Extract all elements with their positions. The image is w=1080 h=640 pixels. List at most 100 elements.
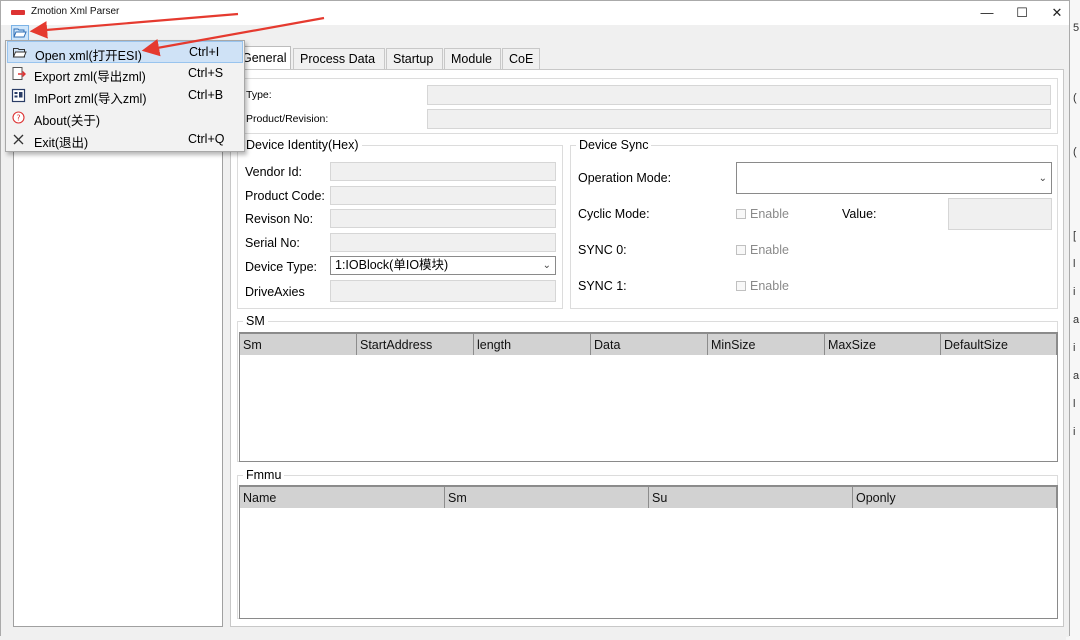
checkbox-label: Enable [750,243,789,257]
svg-text:?: ? [16,114,20,123]
file-menu: Open xml(打开ESI) Ctrl+I Export zml(导出zml)… [5,40,245,152]
bg-glyph: a [1073,370,1080,382]
cyclic-mode-label: Cyclic Mode: [578,207,650,221]
help-circle-icon: ? [12,111,25,124]
fmmu-group: Fmmu Name Sm Su Oponly [237,468,1058,619]
bg-glyph: a [1073,314,1080,326]
checkbox-box [736,209,746,219]
serial-no-field [330,233,556,252]
value-label: Value: [842,207,877,221]
sm-col-length[interactable]: length [474,333,591,355]
fmmu-table[interactable]: Name Sm Su Oponly [239,485,1058,619]
sm-table[interactable]: Sm StartAddress length Data MinSize MaxS… [239,332,1058,462]
bg-glyph: i [1073,342,1076,354]
sm-col-sm[interactable]: Sm [240,333,357,355]
menu-label: ImPort zml(导入zml) [34,92,147,106]
product-revision-label: Product/Revision: [246,113,329,125]
sm-col-defaultsize[interactable]: DefaultSize [941,333,1057,355]
checkbox-label: Enable [750,279,789,293]
app-logo-icon [11,10,25,15]
menu-label: Export zml(导出zml) [34,70,146,84]
device-sync-group: Device Sync Operation Mode: ⌄ Cyclic Mod… [570,138,1058,309]
product-revision-field [427,109,1051,129]
sm-col-maxsize[interactable]: MaxSize [825,333,941,355]
sm-title: SM [243,314,268,328]
menu-label: About(关于) [34,114,100,128]
tab-module[interactable]: Module [444,48,501,70]
menu-item-import-zml[interactable]: ImPort zml(导入zml) Ctrl+B [7,85,243,107]
fmmu-col-sm[interactable]: Sm [445,486,649,508]
menu-shortcut: Ctrl+I [189,45,220,59]
menu-item-about[interactable]: ? About(关于) [7,107,243,129]
menu-item-export-zml[interactable]: Export zml(导出zml) Ctrl+S [7,63,243,85]
import-icon [11,88,26,103]
sync0-enable-checkbox[interactable]: Enable [736,243,789,257]
tab-coe[interactable]: CoE [502,48,540,70]
sm-col-startaddress[interactable]: StartAddress [357,333,474,355]
sync1-enable-checkbox[interactable]: Enable [736,279,789,293]
fmmu-table-header: Name Sm Su Oponly [240,486,1057,508]
menu-shortcut: Ctrl+S [188,66,224,80]
serial-no-label: Serial No: [245,236,300,250]
window-title: Zmotion Xml Parser [31,6,120,17]
title-bar: Zmotion Xml Parser — ☐ ✕ [1,1,1069,25]
open-folder-button[interactable] [11,25,29,41]
bg-glyph: l [1073,258,1076,270]
value-field [948,198,1052,230]
operation-mode-select[interactable]: ⌄ [736,162,1052,194]
device-sync-title: Device Sync [576,138,652,152]
close-x-icon [13,134,24,145]
revision-no-label: Revison No: [245,212,314,226]
maximize-button[interactable]: ☐ [1004,1,1040,25]
fmmu-col-oponly[interactable]: Oponly [853,486,1057,508]
open-folder-icon [12,48,27,58]
device-type-label: Device Type: [245,260,318,274]
sync1-label: SYNC 1: [578,279,627,293]
device-identity-title: Device Identity(Hex) [243,138,362,152]
vendor-id-label: Vendor Id: [245,165,302,179]
tab-startup[interactable]: Startup [386,48,443,70]
close-button[interactable]: ✕ [1039,1,1075,25]
open-folder-icon [13,28,27,38]
bg-glyph: l [1073,398,1076,410]
fmmu-title: Fmmu [243,468,285,482]
product-code-label: Product Code: [245,189,325,203]
menu-shortcut: Ctrl+B [188,88,224,102]
sm-group: SM Sm StartAddress length Data MinSize M… [237,314,1058,462]
bg-glyph: ( [1073,146,1077,158]
checkbox-box [736,281,746,291]
sync0-label: SYNC 0: [578,243,627,257]
sm-col-data[interactable]: Data [591,333,708,355]
sm-col-minsize[interactable]: MinSize [708,333,825,355]
drive-axies-field [330,280,556,302]
menu-label: Open xml(打开ESI) [35,49,142,63]
bg-glyph: [ [1073,230,1077,242]
chevron-down-icon: ⌄ [1038,173,1047,184]
fmmu-col-name[interactable]: Name [240,486,445,508]
type-field [427,85,1051,105]
product-code-field [330,186,556,205]
device-type-value: 1:IOBlock(单IO模块) [335,258,449,272]
sm-table-header: Sm StartAddress length Data MinSize MaxS… [240,333,1057,355]
vendor-id-field [330,162,556,181]
type-label: Type: [246,89,272,101]
general-tab-page: Type: Product/Revision: Device Identity(… [230,69,1064,627]
menu-label: Exit(退出) [34,136,89,150]
device-type-select[interactable]: 1:IOBlock(单IO模块) ⌄ [330,256,556,275]
bg-glyph: i [1073,286,1076,298]
cyclic-mode-enable-checkbox[interactable]: Enable [736,207,789,221]
type-group: Type: Product/Revision: [237,78,1058,134]
chevron-down-icon: ⌄ [542,260,551,271]
minimize-button[interactable]: — [969,1,1005,25]
export-icon [12,67,26,80]
menu-shortcut: Ctrl+Q [188,132,225,146]
tab-process-data[interactable]: Process Data [293,48,385,70]
checkbox-label: Enable [750,207,789,221]
bg-glyph: ( [1073,92,1077,104]
menu-item-open-xml[interactable]: Open xml(打开ESI) Ctrl+I [7,41,243,63]
menu-item-exit[interactable]: Exit(退出) Ctrl+Q [7,129,243,151]
fmmu-col-su[interactable]: Su [649,486,853,508]
device-identity-group: Device Identity(Hex) Vendor Id: Product … [237,138,563,309]
revision-no-field [330,209,556,228]
operation-mode-label: Operation Mode: [578,171,672,185]
